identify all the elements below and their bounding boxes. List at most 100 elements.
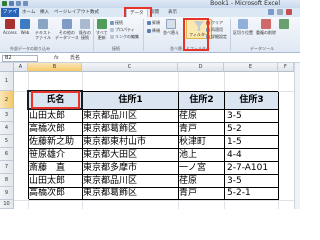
table-cell[interactable]: 池上 — [179, 149, 225, 162]
sort-ascending-button[interactable]: 昇順 — [147, 20, 160, 25]
other-sources-button[interactable]: その他の データソース — [55, 19, 79, 40]
quick-access-toolbar — [2, 1, 28, 6]
help-icon[interactable] — [268, 9, 274, 15]
column-header-f[interactable]: F — [278, 63, 294, 72]
save-icon[interactable] — [9, 1, 14, 6]
header-cell-address1[interactable]: 住所1 — [83, 92, 179, 110]
link-icon — [110, 20, 114, 25]
tab-page-layout[interactable]: ページレイアウト — [54, 8, 90, 17]
minimize-ribbon-icon[interactable] — [277, 9, 283, 15]
text-file-icon — [38, 19, 48, 29]
vertical-scrollbar[interactable] — [294, 63, 300, 209]
row-header-3[interactable]: 3 — [0, 109, 14, 122]
tab-formulas[interactable]: 数式 — [90, 8, 99, 17]
highlight-name-header — [31, 91, 80, 109]
table-cell[interactable]: 3-5 — [225, 175, 279, 188]
table-cell[interactable]: 東京都品川区 — [83, 110, 179, 123]
column-header-e[interactable]: E — [224, 63, 278, 72]
sort-icon — [166, 19, 176, 29]
advanced-filter-button[interactable]: 詳細設定 — [206, 34, 227, 39]
table-cell[interactable]: 東京都葛飾区 — [83, 123, 179, 136]
remove-duplicates-button[interactable]: 重複の削除 — [256, 19, 276, 35]
row-header-5[interactable]: 5 — [0, 135, 14, 148]
sort-descending-button[interactable]: 降順 — [147, 28, 160, 33]
name-box[interactable]: B2 — [2, 55, 38, 62]
access-icon — [4, 19, 15, 29]
table-cell[interactable]: 山田太郎 — [29, 110, 83, 123]
table-cell[interactable]: 東京都東村山市 — [83, 136, 179, 149]
web-button[interactable]: Web — [20, 19, 30, 35]
group-separator — [143, 19, 144, 51]
table-cell[interactable]: 斎藤 直 — [29, 162, 83, 175]
properties-button[interactable]: プロパティ — [110, 27, 135, 32]
redo-icon[interactable] — [23, 1, 28, 6]
group-label-data-tools: データツール — [250, 46, 274, 51]
row-header-1[interactable]: 1 — [0, 72, 14, 91]
table-cell[interactable]: 5-2 — [225, 123, 279, 136]
fx-icon[interactable]: fx — [54, 54, 59, 63]
refresh-all-button[interactable]: すべて 更新 — [96, 19, 108, 40]
row-header-4[interactable]: 4 — [0, 122, 14, 135]
web-icon — [20, 19, 30, 29]
table-cell[interactable]: 東京都品川区 — [83, 175, 179, 188]
group-separator — [93, 19, 94, 51]
column-header-c[interactable]: C — [82, 63, 178, 72]
text-to-columns-button[interactable]: 区切り位置 — [233, 19, 253, 35]
table-cell[interactable]: 東京都葛飾区 — [83, 188, 179, 200]
table-cell[interactable]: 東京都大田区 — [83, 149, 179, 162]
tab-insert[interactable]: 挿入 — [40, 8, 49, 17]
edit-links-button[interactable]: リンクの編集 — [110, 34, 139, 39]
table-cell[interactable]: 青戸 — [179, 188, 225, 200]
column-header-b[interactable]: B — [28, 63, 82, 72]
connections-button[interactable]: 接続 — [110, 20, 123, 25]
table-cell[interactable]: 5-2-1 — [225, 188, 279, 200]
select-all-corner[interactable] — [0, 63, 14, 72]
table-cell[interactable]: 東京都多摩市 — [83, 162, 179, 175]
table-cell[interactable]: 高橋次郎 — [29, 188, 83, 200]
edit-links-icon — [110, 34, 114, 39]
existing-connections-button[interactable]: 既存の 接続 — [79, 19, 91, 40]
table-cell[interactable]: 4-4 — [225, 149, 279, 162]
text-file-button[interactable]: テキスト ファイル — [35, 19, 51, 40]
window-title: Book1 - Microsoft Excel — [210, 0, 280, 7]
tab-file[interactable]: ファイル — [1, 8, 19, 24]
header-cell-address2[interactable]: 住所2 — [179, 92, 225, 110]
table-cell[interactable]: 1-5 — [225, 136, 279, 149]
close-icon[interactable] — [286, 9, 292, 15]
properties-icon — [110, 27, 114, 32]
tab-view[interactable]: 表示 — [168, 8, 177, 17]
table-cell[interactable]: 荏原 — [179, 110, 225, 123]
column-header-d[interactable]: D — [178, 63, 224, 72]
database-icon — [61, 19, 72, 29]
table-cell[interactable]: 青戸 — [179, 123, 225, 136]
table-cell[interactable]: 佐藤新之助 — [29, 136, 83, 149]
row-header-8[interactable]: 8 — [0, 174, 14, 187]
row-header-9[interactable]: 9 — [0, 187, 14, 200]
formula-input[interactable]: 氏名 — [70, 54, 80, 63]
row-header-6[interactable]: 6 — [0, 148, 14, 161]
header-cell-address3[interactable]: 住所3 — [225, 92, 279, 110]
table-cell[interactable]: 秋津町 — [179, 136, 225, 149]
row-header-2[interactable]: 2 — [0, 91, 14, 109]
sort-za-icon — [147, 28, 151, 33]
sort-button[interactable]: 並べ替え — [163, 19, 179, 35]
column-header-a[interactable]: A — [14, 63, 28, 72]
remove-duplicates-icon — [261, 19, 271, 29]
table-cell[interactable]: 一ノ宮 — [179, 162, 225, 175]
table-cell[interactable]: 2-7-A101 — [225, 162, 279, 175]
group-label-external: 外部データの取り込み — [10, 46, 50, 51]
undo-icon[interactable] — [16, 1, 21, 6]
group-label-connections: 接続 — [112, 46, 120, 51]
table-cell[interactable]: 3-5 — [225, 110, 279, 123]
table-cell[interactable]: 高橋次郎 — [29, 123, 83, 136]
tab-home[interactable]: ホーム — [22, 8, 35, 17]
table-cell[interactable]: 山田太郎 — [29, 175, 83, 188]
group-separator — [230, 19, 231, 51]
row-header-10[interactable]: 10 — [0, 200, 14, 209]
data-validation-button[interactable] — [279, 19, 289, 29]
access-button[interactable]: Access — [3, 19, 17, 35]
row-header-7[interactable]: 7 — [0, 161, 14, 174]
table-cell[interactable]: 荏原 — [179, 175, 225, 188]
highlight-filter-button — [183, 18, 209, 51]
table-cell[interactable]: 笹原雄介 — [29, 149, 83, 162]
